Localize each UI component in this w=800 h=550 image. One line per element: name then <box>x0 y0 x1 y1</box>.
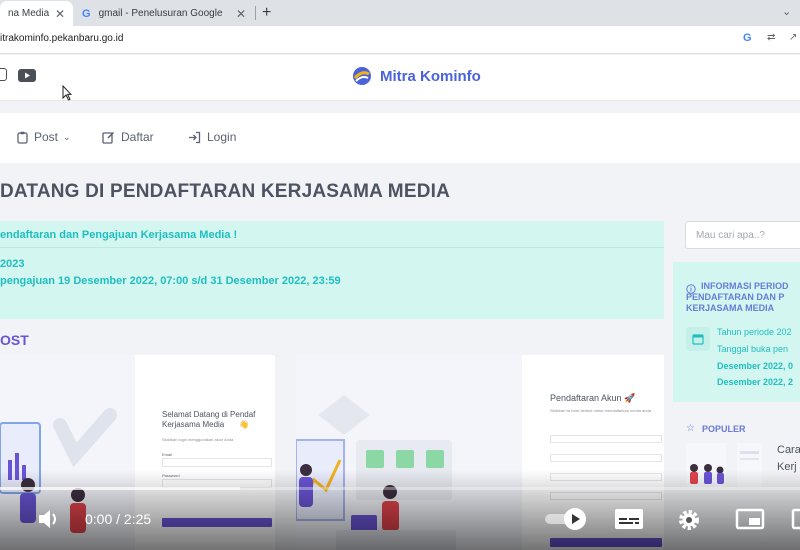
wave-emoji: 👋 <box>239 420 249 429</box>
translate-icon[interactable]: ⇄ <box>767 32 775 43</box>
populer-item-title[interactable]: Cara <box>777 444 800 456</box>
buffered-bar <box>0 487 240 490</box>
tab-search-chevron-icon[interactable]: ⌄ <box>782 5 791 18</box>
nav-post[interactable]: Post ⌄ <box>17 130 71 144</box>
info-line: Desember 2022, 0 <box>717 361 794 371</box>
close-tab-icon[interactable]: ✕ <box>55 7 65 21</box>
theater-mode-icon[interactable] <box>791 508 800 535</box>
autoplay-toggle[interactable] <box>544 505 588 538</box>
rocket-emoji: 🚀 <box>624 393 636 403</box>
url-field[interactable]: itrakominfo.pekanbaru.go.id <box>0 33 123 44</box>
site-logo[interactable]: Mitra Kominfo <box>352 66 481 86</box>
star-icon: ☆ <box>686 423 695 434</box>
info-line: Tahun periode 202 <box>717 327 792 337</box>
clipboard-icon <box>17 131 28 144</box>
form-field[interactable] <box>550 435 662 443</box>
info-title-line: INFORMASI PERIOD <box>701 281 789 291</box>
video-progress-bar[interactable] <box>0 487 800 490</box>
share-icon[interactable]: ↗ <box>789 32 797 43</box>
tab-divider <box>255 6 256 20</box>
google-lens-icon[interactable]: G <box>743 32 752 44</box>
instagram-icon[interactable] <box>0 68 7 81</box>
video-time: 0:00 / 2:25 <box>85 511 152 527</box>
mouse-cursor-icon <box>62 84 73 106</box>
email-label: Email <box>162 452 173 457</box>
info-line: Desember 2022, 2 <box>717 377 794 387</box>
card-title: Pendaftaran Akun 🚀 <box>550 393 636 403</box>
miniplayer-icon[interactable] <box>735 508 765 535</box>
edit-icon <box>102 131 115 144</box>
volume-icon[interactable] <box>37 508 61 535</box>
browser-tab[interactable]: G gmail - Penelusuran Google ✕ <box>74 1 254 26</box>
alert-period-year: 2023 <box>0 258 25 270</box>
card-title: Selamat Datang di Pendaf Kerjasama Media <box>162 410 256 429</box>
form-field[interactable] <box>550 454 662 462</box>
post-section-heading: OST <box>0 332 29 348</box>
calendar-icon <box>686 327 710 351</box>
info-line: Tanggal buka pen <box>717 344 789 354</box>
subtitles-icon[interactable] <box>614 508 644 535</box>
info-title-line: PENDAFTARAN DAN P <box>686 292 785 302</box>
youtube-icon[interactable] <box>18 69 36 82</box>
email-field[interactable] <box>162 458 272 467</box>
nav-login[interactable]: Login <box>188 130 236 144</box>
browser-tab-active[interactable]: na Media - \ ✕ <box>0 1 73 26</box>
close-tab-icon[interactable]: ✕ <box>236 7 246 21</box>
chevron-down-icon: ⌄ <box>63 131 71 142</box>
card-subtitle: Silahkan isi form berikut untuk mendafta… <box>550 408 651 413</box>
search-input[interactable]: Mau cari apa..? <box>685 221 800 249</box>
login-icon <box>189 131 201 143</box>
card-subtitle: Silahkan login menggunakan akun Anda <box>162 437 234 442</box>
settings-gear-icon[interactable] <box>676 507 702 538</box>
alert-headline: endaftaran dan Pengajuan Kerjasama Media… <box>0 229 238 241</box>
google-icon: G <box>82 7 91 20</box>
new-tab-button[interactable]: + <box>262 4 271 22</box>
mitra-kominfo-logo-icon <box>353 67 371 85</box>
brand-name: Mitra Kominfo <box>380 67 481 85</box>
nav-daftar[interactable]: Daftar <box>102 130 154 144</box>
alert-divider <box>0 247 664 248</box>
page-title: DATANG DI PENDAFTARAN KERJASAMA MEDIA <box>0 181 451 202</box>
populer-title: POPULER <box>702 424 746 434</box>
info-title-line: KERJASAMA MEDIA <box>686 303 775 313</box>
alert-period-dates: pengajuan 19 Desember 2022, 07:00 s/d 31… <box>0 275 341 287</box>
